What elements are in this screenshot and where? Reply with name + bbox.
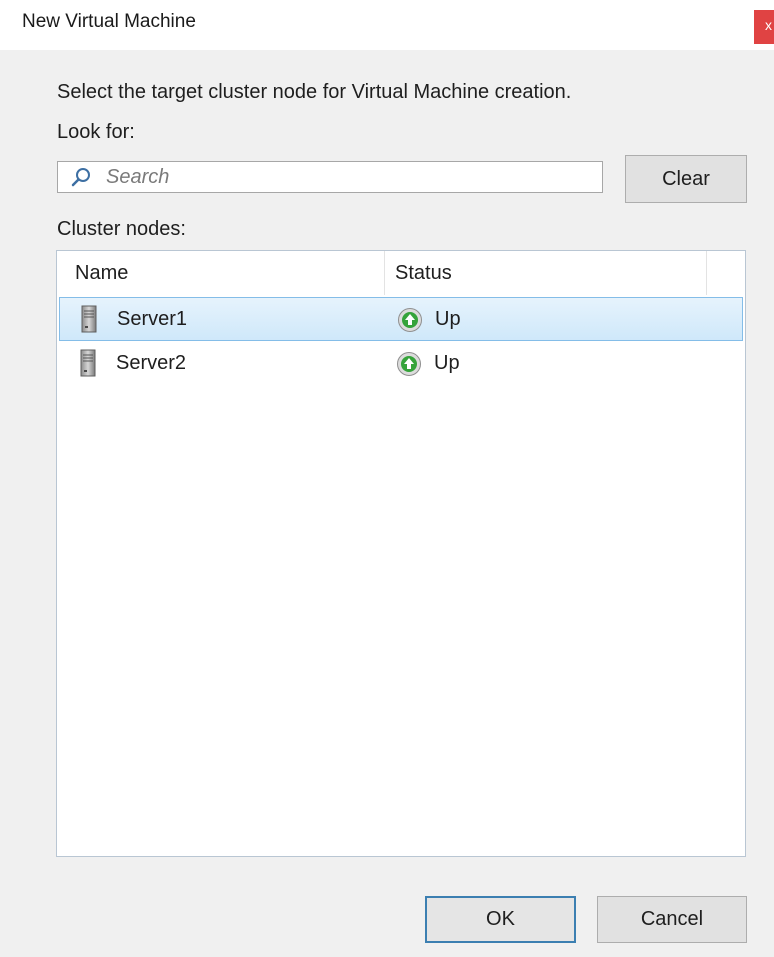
window-title: New Virtual Machine [22, 11, 196, 32]
instruction-text: Select the target cluster node for Virtu… [57, 81, 572, 103]
row-name: Server1 [117, 308, 188, 330]
table-row[interactable]: Server1 Up [59, 297, 743, 341]
close-button[interactable]: x [754, 10, 774, 44]
ok-button[interactable]: OK [425, 896, 576, 943]
title-bar: New Virtual Machine x [0, 0, 774, 50]
search-input[interactable] [106, 162, 586, 192]
dialog-body: Select the target cluster node for Virtu… [0, 50, 774, 957]
cancel-button[interactable]: Cancel [597, 896, 747, 943]
cluster-nodes-label: Cluster nodes: [57, 218, 186, 240]
cluster-nodes-list[interactable]: Name Status Server1 Up Server2 Up [56, 250, 746, 857]
look-for-label: Look for: [57, 121, 135, 143]
row-name: Server2 [116, 352, 187, 374]
column-header-name[interactable]: Name [57, 251, 385, 295]
close-icon: x [765, 17, 772, 33]
server-icon [80, 349, 96, 377]
server-icon [81, 305, 97, 333]
status-up-icon [398, 308, 422, 332]
status-up-icon [397, 352, 421, 376]
row-status: Up [434, 352, 460, 374]
row-status: Up [435, 308, 461, 330]
table-row[interactable]: Server2 Up [59, 342, 743, 386]
column-header-status[interactable]: Status [385, 251, 707, 295]
search-icon [71, 168, 90, 187]
dialog-window: New Virtual Machine x Select the target … [0, 0, 774, 957]
search-box[interactable] [57, 161, 603, 193]
list-header: Name Status [57, 251, 745, 295]
column-header-filler [707, 251, 745, 295]
clear-button[interactable]: Clear [625, 155, 747, 203]
